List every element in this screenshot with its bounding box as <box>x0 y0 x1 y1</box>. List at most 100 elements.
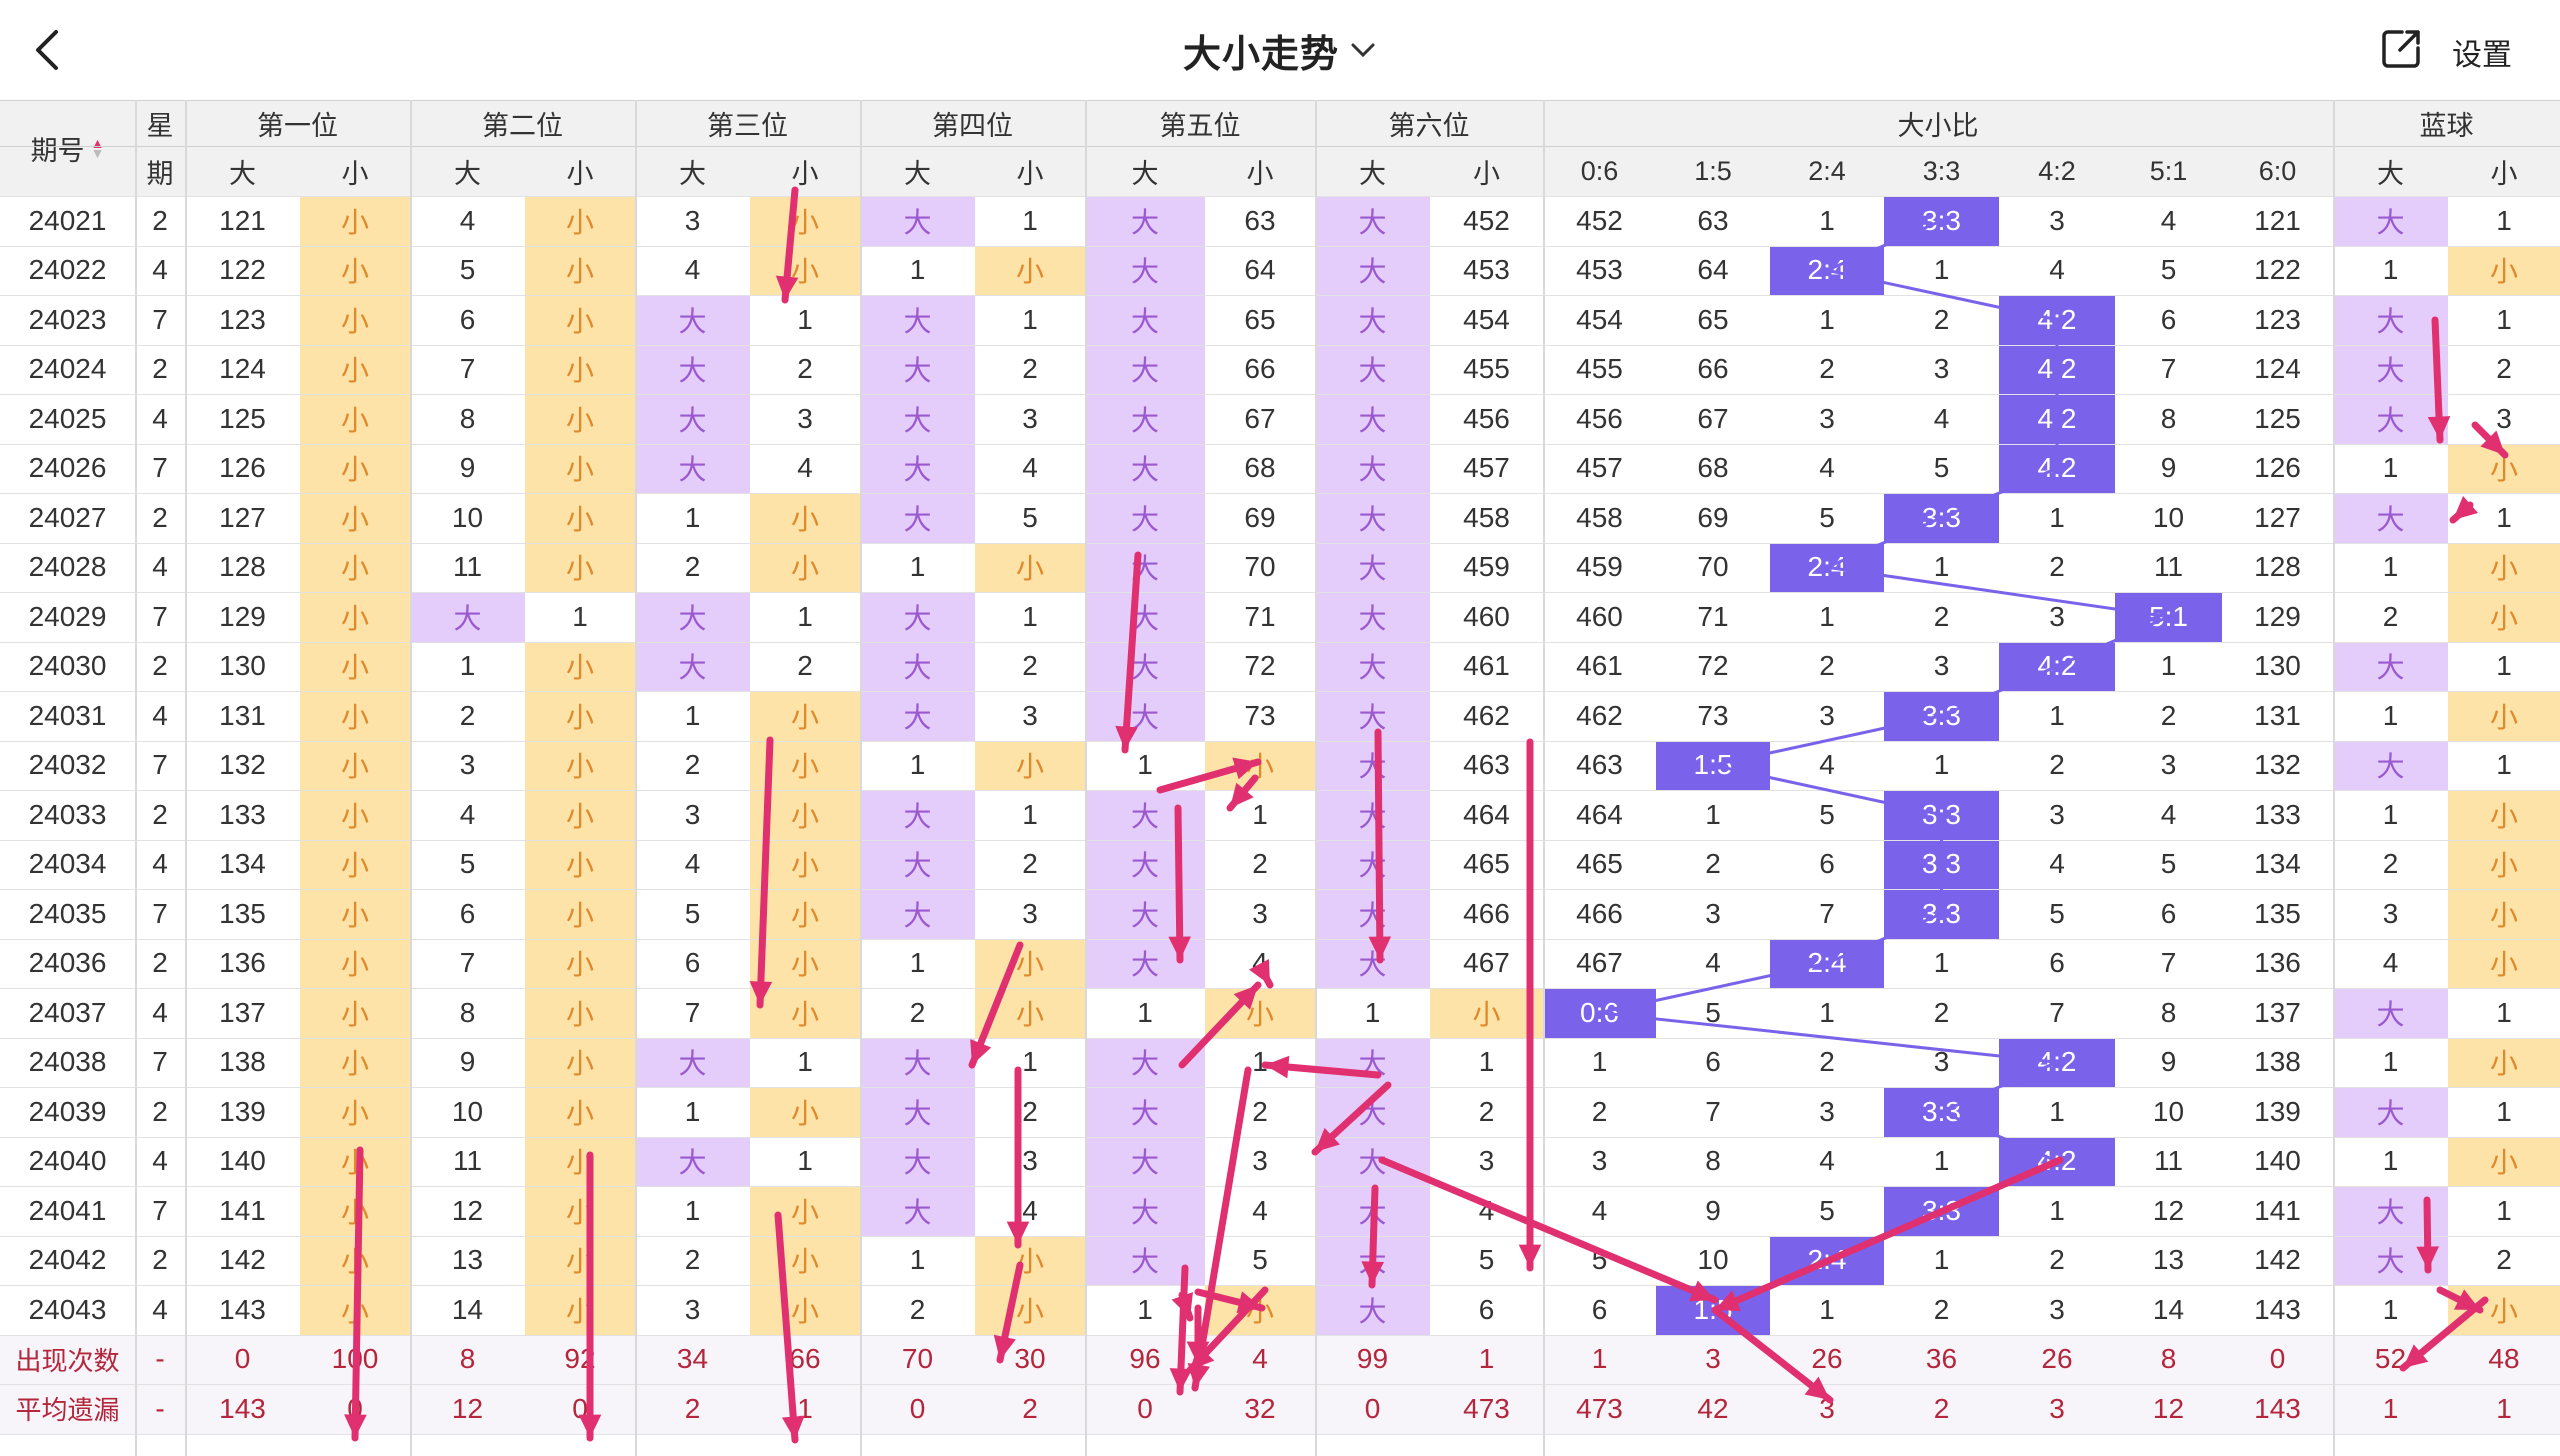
stat-cell: 473 <box>1430 1384 1543 1434</box>
table-cell: 5 <box>459 848 476 880</box>
table-cell: 7 <box>2160 947 2177 979</box>
stat-cell: 8 <box>2115 1334 2222 1384</box>
table-cell: 3 <box>1252 1145 1268 1177</box>
table-cell: 459 <box>1576 551 1623 583</box>
big-cell: 大 <box>860 295 975 345</box>
big-cell: 大 <box>860 344 975 394</box>
small-cell: 小 <box>2448 542 2560 592</box>
stat-cell: 32 <box>1205 1384 1315 1434</box>
table-cell: 457 <box>1463 452 1510 484</box>
table-cell: 2 <box>797 650 813 682</box>
table-cell: 11 <box>452 551 483 583</box>
table-cell: 1 <box>1137 749 1153 781</box>
big-cell: 大 <box>410 592 525 642</box>
table-cell: 10 <box>451 501 484 533</box>
table-cell: 5 <box>459 254 476 286</box>
ratio-cell: 3:3 <box>1884 839 1999 889</box>
table-cell: 6 <box>459 897 476 929</box>
period-cell: 24028 <box>28 551 107 583</box>
group-header-5: 第五位 <box>1085 100 1315 146</box>
big-cell: 大 <box>860 1087 975 1137</box>
small-cell: 小 <box>2448 938 2560 988</box>
big-cell: 大 <box>860 592 975 642</box>
weekday-cell: 7 <box>152 452 168 484</box>
row-divider <box>0 542 2560 544</box>
table-cell: 456 <box>1463 402 1510 434</box>
stat-cell: 92 <box>525 1334 635 1384</box>
ratio-cell: 3:3 <box>1884 889 1999 939</box>
weekday-cell: 2 <box>152 353 168 385</box>
table-cell: 124 <box>2254 353 2301 385</box>
small-cell: 小 <box>300 1235 410 1285</box>
small-cell: 小 <box>525 790 635 840</box>
table-cell: 6 <box>1705 1046 1721 1078</box>
table-cell: 2 <box>2496 1244 2512 1276</box>
table-cell: 4 <box>797 452 813 484</box>
table-cell: 7 <box>1705 1095 1721 1127</box>
big-cell: 大 <box>1315 1087 1430 1137</box>
row-divider <box>0 394 2560 395</box>
table-cell: 121 <box>2254 204 2301 236</box>
table-cell: 5 <box>1819 798 1835 830</box>
small-cell: 小 <box>975 542 1085 592</box>
table-cell: 453 <box>1463 254 1510 286</box>
table-cell: 4 <box>459 204 476 236</box>
big-cell: 大 <box>1315 344 1430 394</box>
big-cell: 大 <box>1085 592 1205 642</box>
big-cell: 大 <box>1315 740 1430 790</box>
table-cell: 1 <box>909 749 926 781</box>
big-cell: 大 <box>1085 1087 1205 1137</box>
small-col-header: 小 <box>975 146 1085 196</box>
small-cell: 小 <box>300 196 410 246</box>
big-cell: 大 <box>635 1136 750 1186</box>
stat-cell: 4 <box>1205 1334 1315 1384</box>
table-cell: 11 <box>452 1145 483 1177</box>
table-cell: 1 <box>2382 551 2399 583</box>
small-cell: 小 <box>300 295 410 345</box>
table-cell: 3 <box>1022 1145 1038 1177</box>
group-divider <box>135 100 137 1456</box>
ratio-cell: 4:2 <box>1999 394 2115 444</box>
table-cell: 3 <box>797 402 813 434</box>
big-cell: 大 <box>1085 1186 1205 1236</box>
table-cell: 3 <box>1819 1095 1835 1127</box>
stat-cell: 2 <box>1884 1384 1999 1434</box>
table-cell: 3 <box>1022 699 1038 731</box>
group-divider <box>860 100 862 1456</box>
weekday-cell: 4 <box>152 402 168 434</box>
stat-cell: 12 <box>410 1384 525 1434</box>
small-cell: 小 <box>2448 1285 2560 1335</box>
big-cell: 大 <box>860 790 975 840</box>
row-divider <box>0 1285 2560 1286</box>
ratio-cell: 3:3 <box>1884 691 1999 741</box>
table-cell: 4 <box>684 848 701 880</box>
table-cell: 70 <box>1697 551 1729 583</box>
big-cell: 大 <box>1315 641 1430 691</box>
big-cell: 大 <box>1315 1235 1430 1285</box>
table-cell: 5 <box>1819 501 1835 533</box>
table-cell: 2 <box>2049 1244 2065 1276</box>
table-cell: 67 <box>1697 402 1729 434</box>
stat-cell: - <box>135 1384 185 1434</box>
period-header[interactable]: 期号 ▲ ▼ <box>0 100 135 196</box>
table-cell: 3 <box>2160 749 2177 781</box>
big-cell: 大 <box>1085 295 1205 345</box>
period-cell: 24032 <box>28 749 107 781</box>
group-header-6: 第六位 <box>1315 100 1543 146</box>
ratio-cell: 5:1 <box>2115 592 2222 642</box>
period-cell: 24024 <box>28 353 107 385</box>
table-cell: 5 <box>2160 848 2177 880</box>
table-cell: 2 <box>2049 749 2065 781</box>
small-cell: 小 <box>525 988 635 1038</box>
small-cell: 小 <box>2448 245 2560 295</box>
big-cell: 大 <box>1085 641 1205 691</box>
small-cell: 小 <box>750 691 860 741</box>
table-cell: 1 <box>684 501 701 533</box>
table-cell: 1 <box>2382 699 2399 731</box>
small-cell: 小 <box>2448 839 2560 889</box>
table-cell: 139 <box>2254 1095 2301 1127</box>
big-cell: 大 <box>2333 394 2448 444</box>
table-cell: 126 <box>219 452 266 484</box>
row-divider <box>0 443 2560 445</box>
table-cell: 3 <box>1591 1145 1608 1177</box>
